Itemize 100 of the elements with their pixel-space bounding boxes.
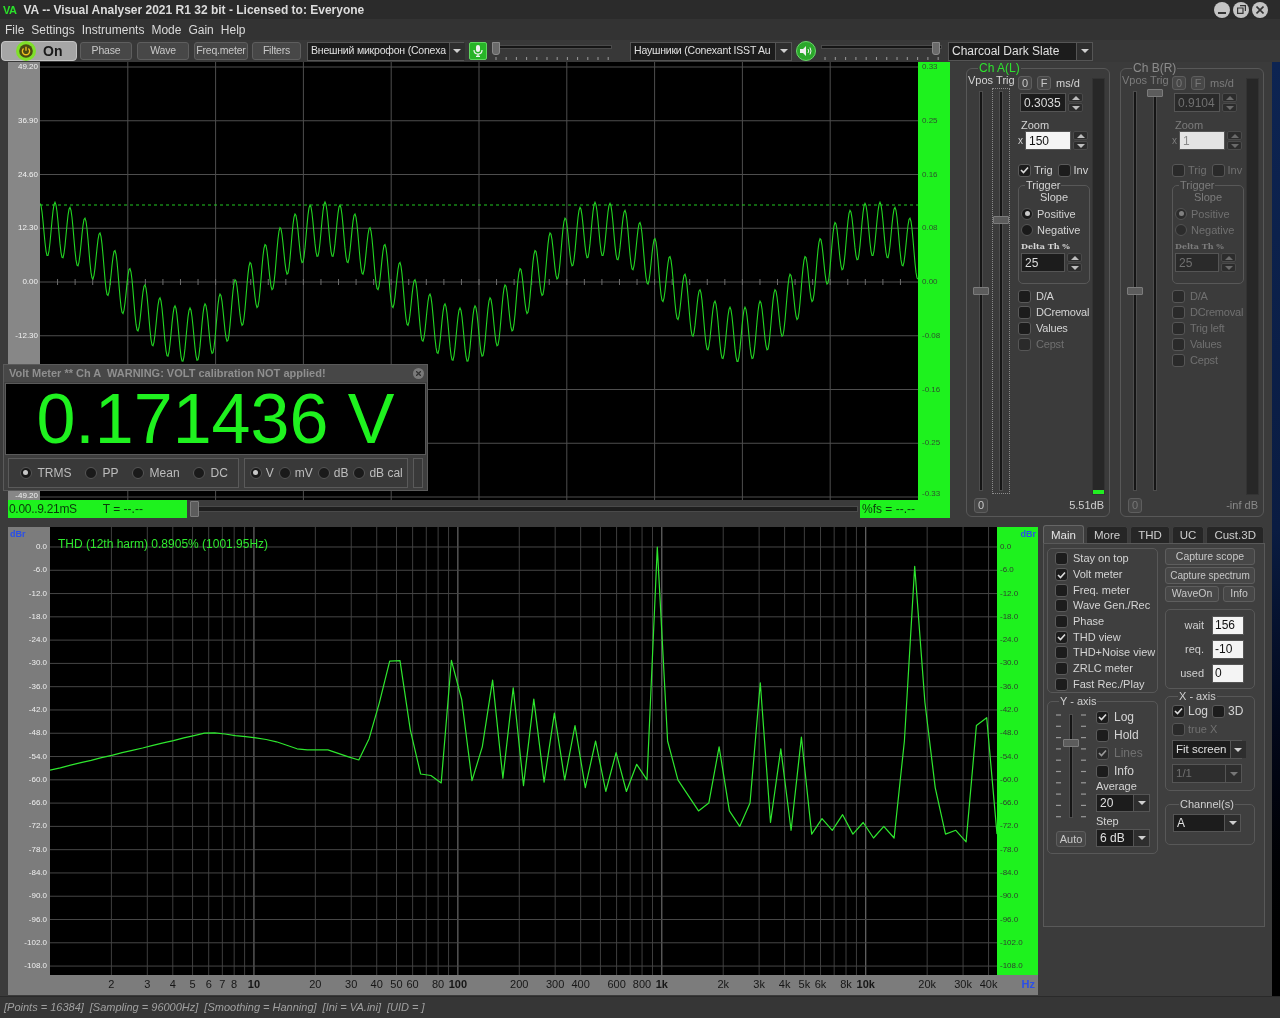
checkbox[interactable]: [1018, 305, 1031, 319]
zero-button[interactable]: 0: [1018, 76, 1032, 90]
caret-up-icon: [1070, 255, 1079, 260]
input-device-dropdown[interactable]: Внешний микрофон (Conexa: [307, 41, 464, 61]
speaker-button[interactable]: [796, 41, 816, 61]
checkbox[interactable]: [1018, 321, 1031, 335]
checkbox[interactable]: [1212, 704, 1226, 718]
radio-button[interactable]: [131, 466, 144, 479]
checkbox[interactable]: [1096, 728, 1109, 742]
capture-spectrum-button[interactable]: Capture spectrum: [1165, 567, 1255, 584]
axis-label: -96.0: [1000, 915, 1019, 924]
spin-down-button[interactable]: [1073, 141, 1088, 150]
info-button[interactable]: Info: [1223, 586, 1255, 602]
timing-field[interactable]: 0: [1212, 663, 1244, 683]
checkbox[interactable]: [1055, 630, 1068, 644]
tab[interactable]: THD: [1130, 526, 1170, 543]
checkbox[interactable]: [1096, 764, 1109, 778]
tab[interactable]: More: [1085, 526, 1129, 543]
number-field[interactable]: 25: [1021, 253, 1065, 272]
checkbox[interactable]: [1055, 552, 1068, 566]
checkbox[interactable]: [1055, 583, 1068, 597]
channel-dropdown[interactable]: A: [1173, 814, 1241, 832]
checkbox[interactable]: [1018, 163, 1031, 177]
checkbox[interactable]: [1172, 704, 1185, 718]
group-title: Trigger: [1180, 180, 1215, 191]
output-device-dropdown[interactable]: Наушники (Conexant ISST Au: [630, 41, 792, 61]
timing-field[interactable]: -10: [1212, 639, 1244, 659]
menu-item[interactable]: Gain: [188, 22, 214, 37]
theme-dropdown[interactable]: Charcoal Dark Slate: [948, 41, 1093, 61]
time-position-slider[interactable]: [190, 501, 858, 517]
checkbox[interactable]: [1055, 568, 1068, 581]
checkbox[interactable]: [1057, 163, 1071, 177]
checkbox[interactable]: [1096, 710, 1109, 724]
radio-button[interactable]: [278, 466, 291, 479]
spin-down-button[interactable]: [1067, 263, 1082, 272]
tab[interactable]: Main: [1043, 525, 1084, 543]
checkbox-label: Inv: [1073, 163, 1089, 177]
menu-item[interactable]: Settings: [31, 22, 75, 37]
input-volume-slider[interactable]: [492, 42, 612, 55]
auto-button[interactable]: Auto: [1055, 831, 1087, 847]
wave-on-button[interactable]: WaveOn: [1165, 586, 1219, 602]
toolbar-button[interactable]: Freq.meter: [194, 42, 248, 60]
reset-button[interactable]: 0: [974, 497, 988, 513]
output-volume-slider[interactable]: [821, 42, 942, 55]
menu-item[interactable]: Instruments: [81, 22, 145, 37]
axis-label: -90.0: [1000, 892, 1019, 901]
toolbar-button[interactable]: Wave: [137, 42, 189, 60]
channel-title: Ch B(R): [1133, 62, 1177, 74]
timing-field[interactable]: 156: [1212, 615, 1244, 635]
tab[interactable]: Cust.3D: [1206, 526, 1264, 543]
microphone-button[interactable]: [469, 42, 487, 60]
radio-button[interactable]: [19, 466, 32, 479]
f-button[interactable]: F: [1037, 76, 1051, 90]
step-dropdown[interactable]: 6 dB: [1096, 829, 1150, 847]
close-button[interactable]: [1252, 1, 1268, 18]
radio-button[interactable]: [353, 466, 366, 479]
tab[interactable]: UC: [1171, 526, 1205, 543]
menu-item[interactable]: Help: [220, 22, 246, 37]
radio-button[interactable]: [1021, 223, 1033, 236]
toolbar-button[interactable]: Phase: [80, 42, 132, 60]
spin-up-button[interactable]: [1067, 253, 1082, 262]
capture-scope-button[interactable]: Capture scope: [1165, 548, 1255, 565]
radio-button[interactable]: [192, 466, 205, 479]
radio-button[interactable]: [317, 466, 330, 479]
axis-label: 300: [546, 978, 565, 991]
menu-item[interactable]: Mode: [151, 22, 182, 37]
radio-button[interactable]: [84, 466, 97, 479]
vpos-label: Vpos: [968, 74, 994, 86]
slider-thumb[interactable]: [931, 42, 940, 55]
checkbox[interactable]: [1055, 662, 1068, 676]
spin-up-button[interactable]: [1068, 93, 1083, 102]
checkbox[interactable]: [1018, 289, 1031, 303]
average-dropdown[interactable]: 20: [1096, 794, 1150, 812]
spin-down-button[interactable]: [1068, 103, 1083, 112]
vpos-slider[interactable]: [972, 88, 990, 494]
minimize-button[interactable]: [1214, 1, 1230, 18]
checkbox[interactable]: [1055, 646, 1068, 660]
slider-thumb[interactable]: [492, 42, 500, 55]
slider-thumb[interactable]: [973, 287, 989, 295]
restore-button[interactable]: [1233, 1, 1249, 18]
checkbox-label: DCremoval: [1036, 305, 1090, 319]
slider-thumb[interactable]: [1063, 739, 1079, 747]
vpos-slider[interactable]: [1126, 88, 1144, 494]
axis-label: -49.20: [15, 492, 38, 500]
checkbox[interactable]: [1055, 615, 1068, 628]
number-field[interactable]: 150: [1025, 131, 1071, 150]
spin-up-button[interactable]: [1073, 131, 1088, 140]
menu-item[interactable]: File: [5, 22, 25, 37]
y-scale-slider[interactable]: [1062, 711, 1080, 821]
radio-button[interactable]: [249, 466, 262, 479]
caret-down-icon: [1228, 821, 1237, 825]
toolbar-button[interactable]: Filters: [252, 42, 301, 60]
trigger-level-slider[interactable]: [992, 88, 1010, 494]
slider-thumb[interactable]: [993, 215, 1009, 224]
checkbox[interactable]: [1055, 599, 1068, 613]
radio-button[interactable]: [1021, 207, 1033, 220]
number-field[interactable]: 0.3035: [1020, 93, 1066, 112]
slider-thumb[interactable]: [190, 501, 199, 517]
checkbox[interactable]: [1055, 677, 1068, 691]
power-button[interactable]: On: [1, 41, 77, 61]
